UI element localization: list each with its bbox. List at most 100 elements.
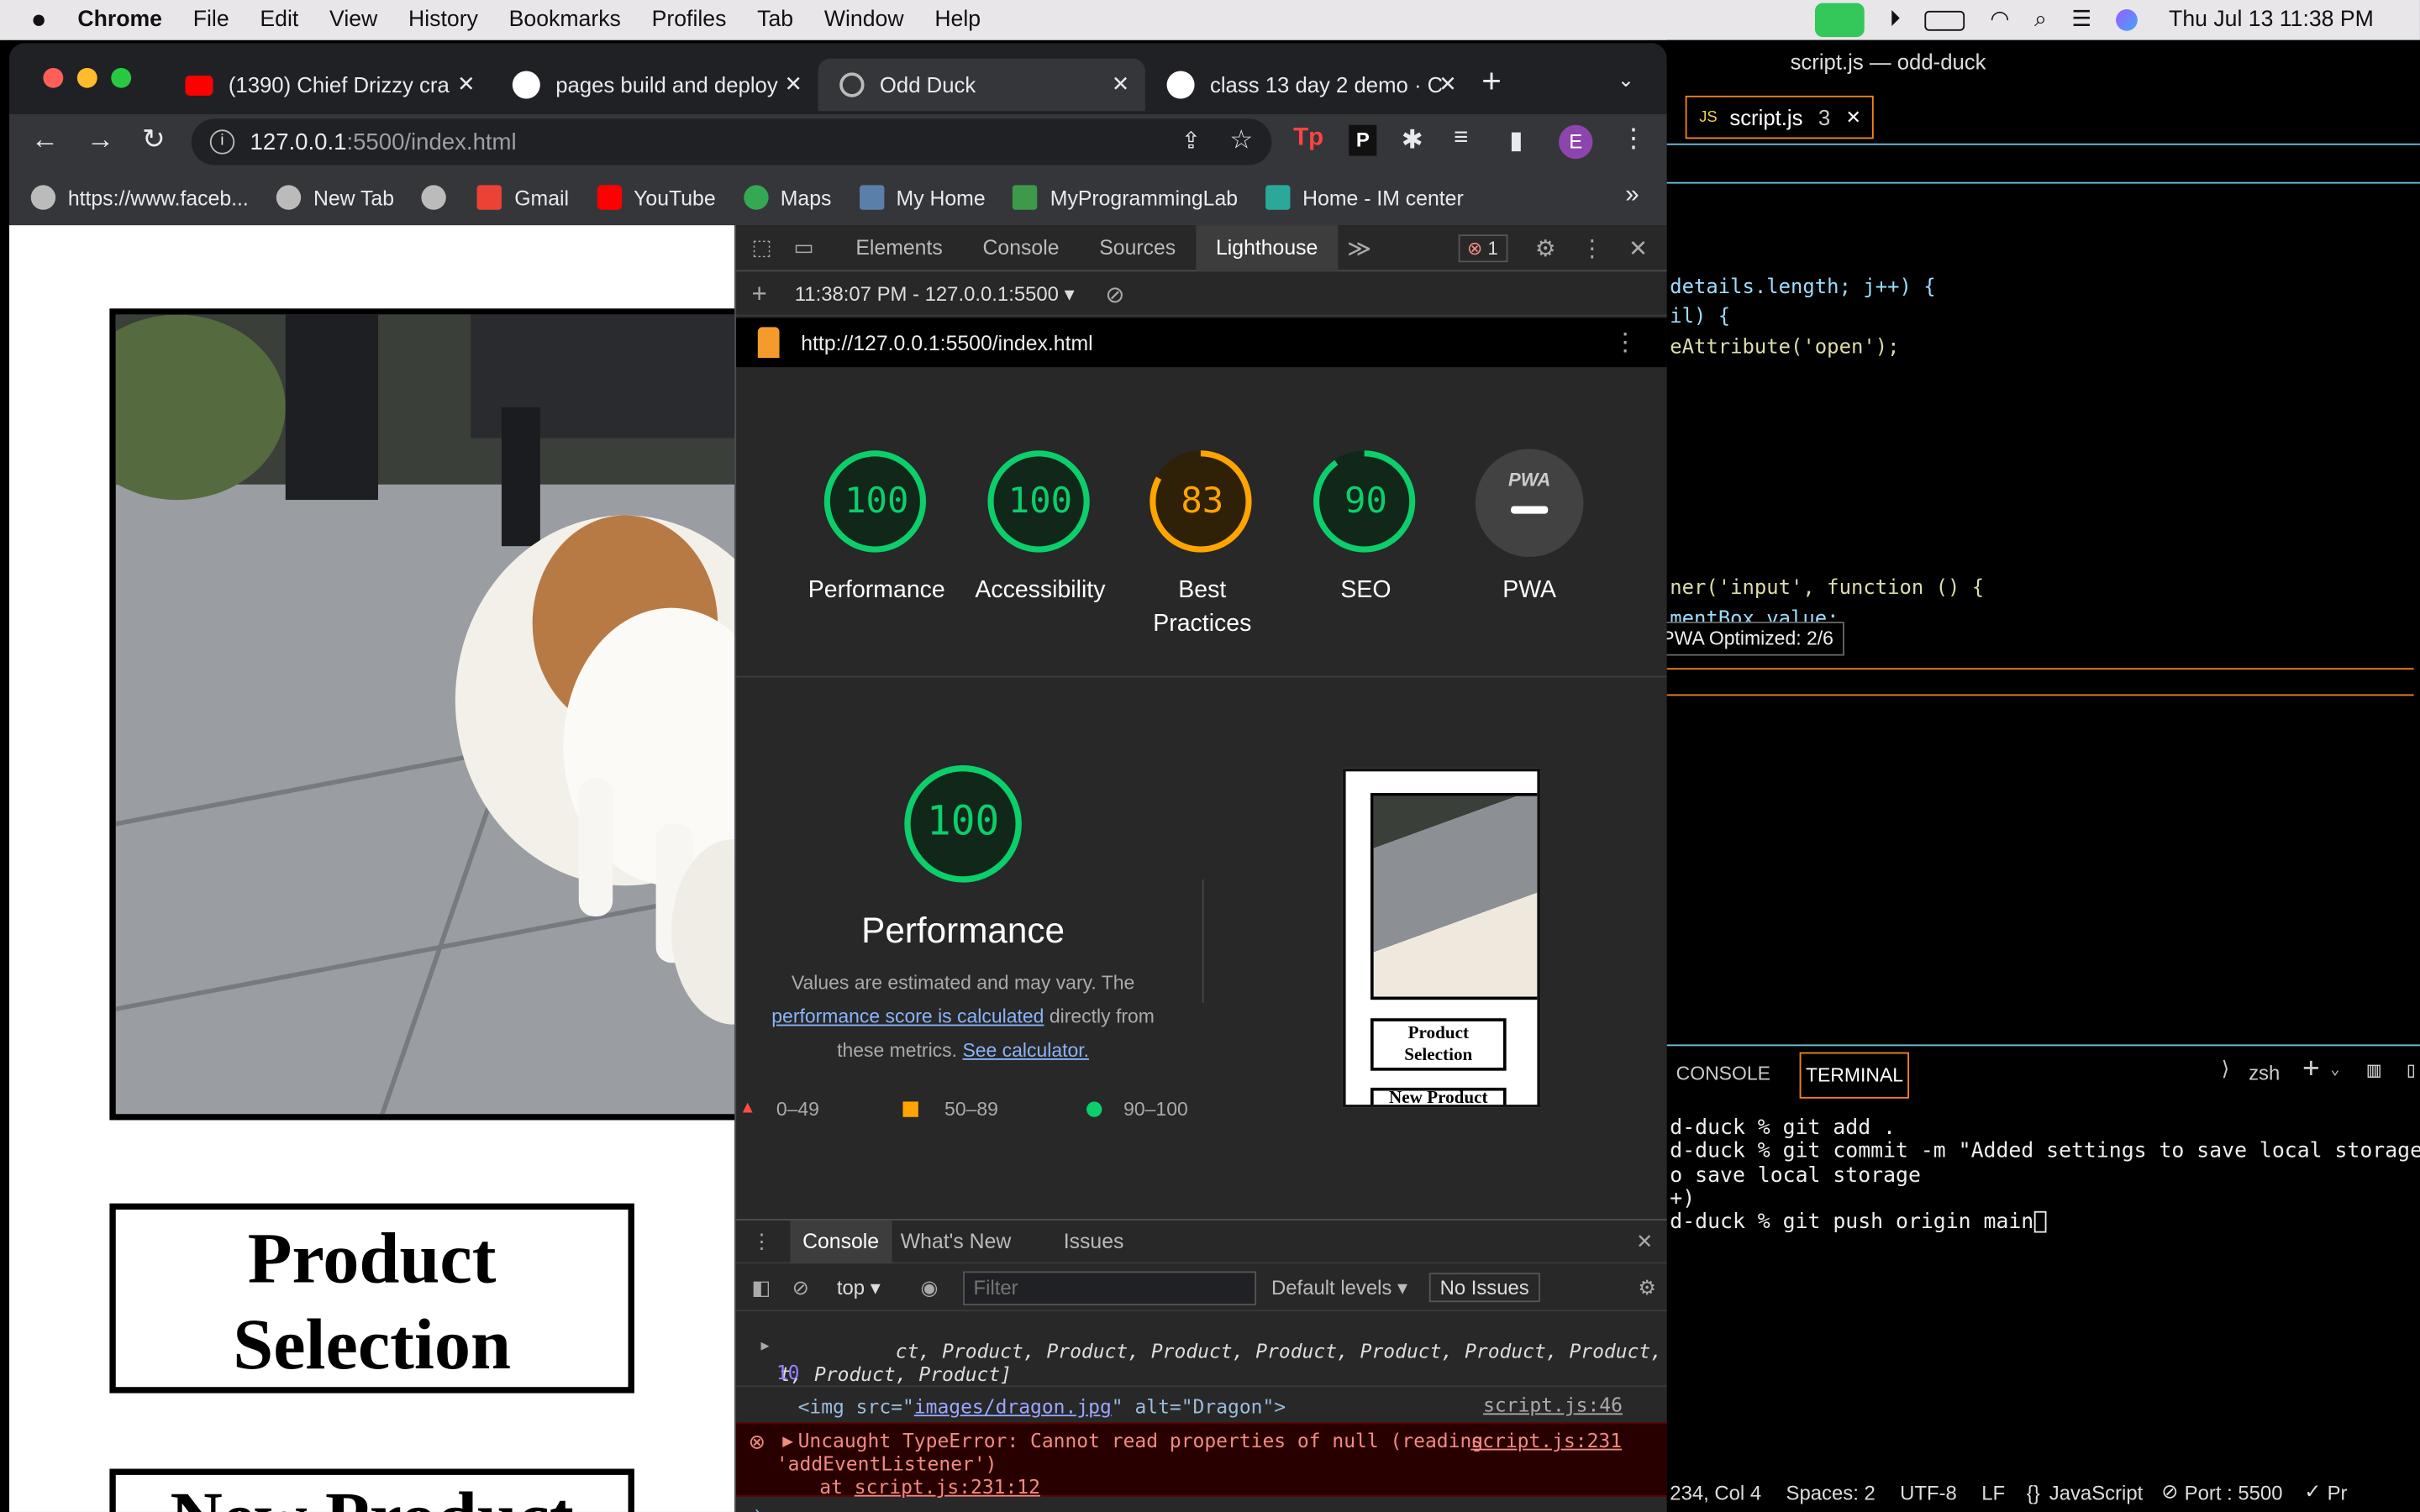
panel-tab-terminal[interactable]: TERMINAL <box>1799 1052 1910 1099</box>
chrome-menu-icon[interactable]: ⋮ <box>1621 123 1647 155</box>
bookmark-my-home[interactable]: My Home <box>859 185 986 210</box>
bookmark-youtube[interactable]: YouTube <box>597 185 716 210</box>
bookmark-unnamed[interactable] <box>422 185 459 210</box>
issues-button[interactable]: No Issues <box>1428 1273 1540 1303</box>
menu-tab[interactable]: Tab <box>757 8 793 32</box>
close-devtools-icon[interactable]: ✕ <box>1628 234 1648 261</box>
browser-tab[interactable]: (1390) Chief Drizzy cra ✕ <box>164 59 491 111</box>
code-line[interactable]: details.length; j++) { <box>1670 276 1935 300</box>
code-line[interactable]: eAttribute('open'); <box>1670 336 1899 360</box>
chevron-down-icon[interactable]: ⌄ <box>2330 1062 2339 1079</box>
cursor-position[interactable]: 234, Col 4 <box>1670 1480 1761 1504</box>
trash-icon[interactable]: ▯ <box>2405 1058 2417 1083</box>
close-drawer-icon[interactable]: ✕ <box>1636 1229 1653 1253</box>
close-icon[interactable]: ✕ <box>1112 71 1130 97</box>
expand-arrow-icon[interactable]: ▶ <box>760 1339 769 1354</box>
terminal-prompt[interactable]: d-duck % git push origin main <box>1670 1210 2046 1234</box>
close-icon[interactable]: ✕ <box>457 71 476 97</box>
browser-tab-active[interactable]: Odd Duck ✕ <box>818 58 1145 112</box>
bookmark-new-tab[interactable]: New Tab <box>276 185 394 210</box>
menu-history[interactable]: History <box>408 8 478 32</box>
menu-window[interactable]: Window <box>824 8 904 32</box>
product-image[interactable] <box>109 308 735 1121</box>
console-filter-input[interactable] <box>962 1270 1256 1305</box>
bookmark-facebook[interactable]: https://www.faceb... <box>30 185 249 210</box>
close-icon[interactable]: ✕ <box>1846 107 1861 129</box>
clear-console-icon[interactable]: ⊘ <box>792 1275 809 1299</box>
close-icon[interactable]: ✕ <box>1439 71 1457 97</box>
devtools-tab-sources[interactable]: Sources <box>1079 224 1196 270</box>
wifi-icon[interactable]: ◠ <box>1990 8 2009 32</box>
bookmark-myprogramminglab[interactable]: MyProgrammingLab <box>1013 185 1238 210</box>
pwa-badge[interactable]: PWA <box>1475 449 1584 558</box>
language-mode[interactable]: JavaScript <box>2049 1480 2143 1504</box>
live-expression-eye-icon[interactable]: ◉ <box>920 1275 938 1299</box>
bookmark-im-center[interactable]: Home - IM center <box>1265 185 1464 210</box>
forward-button[interactable]: → <box>87 123 114 156</box>
clear-reports-icon[interactable]: ⊘ <box>1105 280 1124 307</box>
stack-link[interactable]: script.js:231:12 <box>855 1475 1040 1499</box>
app-name[interactable]: Chrome <box>77 8 162 32</box>
drawer-tab-issues[interactable]: Issues <box>1064 1230 1124 1253</box>
devtools-menu-icon[interactable]: ⋮ <box>1581 234 1604 261</box>
clock[interactable]: Thu Jul 13 11:38 PM <box>2169 8 2374 32</box>
encoding[interactable]: UTF-8 <box>1900 1480 1957 1504</box>
sidebar-toggle-icon[interactable]: ◧ <box>751 1275 771 1299</box>
new-terminal-icon[interactable]: + <box>2302 1053 2319 1085</box>
play-icon[interactable]: ⏵ <box>1890 8 1901 32</box>
menu-help[interactable]: Help <box>934 8 981 32</box>
minimize-window-button[interactable] <box>76 67 97 88</box>
settings-gear-icon[interactable]: ⚙ <box>1535 234 1556 261</box>
line-ending[interactable]: LF <box>1981 1480 2005 1504</box>
img-src-link[interactable]: images/dragon.jpg <box>914 1394 1112 1418</box>
facetime-icon[interactable] <box>1815 3 1865 38</box>
reading-list-icon[interactable]: ≡ <box>1454 125 1468 153</box>
drawer-tab-whats-new[interactable]: What's New <box>901 1230 1011 1253</box>
more-bookmarks-icon[interactable]: » <box>1625 182 1639 210</box>
indentation[interactable]: Spaces: 2 <box>1786 1480 1876 1504</box>
siri-icon[interactable] <box>2116 9 2139 31</box>
close-icon[interactable]: ✕ <box>785 71 803 97</box>
report-menu-icon[interactable]: ⋮ <box>1612 327 1637 358</box>
devtools-tab-elements[interactable]: Elements <box>836 224 963 270</box>
console-settings-icon[interactable]: ⚙ <box>1638 1275 1655 1299</box>
inspect-element-icon[interactable]: ⬚ <box>751 234 771 260</box>
device-toolbar-icon[interactable]: ▭ <box>793 234 813 260</box>
extensions-icon[interactable]: ✱ <box>1402 125 1423 156</box>
share-icon[interactable]: ⇪ <box>1181 127 1201 154</box>
browser-tab[interactable]: pages build and deploy ✕ <box>491 59 818 111</box>
address-bar[interactable]: i 127.0.0.1:5500/index.html ⇪ ☆ <box>191 118 1272 165</box>
panel-tab-console[interactable]: CONSOLE <box>1676 1063 1770 1084</box>
log-levels-dropdown[interactable]: Default levels ▾ <box>1271 1275 1407 1299</box>
error-source-link[interactable]: script.js:231 <box>1470 1429 1622 1452</box>
split-terminal-icon[interactable]: ▥ <box>2367 1058 2380 1083</box>
page-screenshot-thumbnail[interactable]: Product Selection New Product <box>1342 768 1541 1108</box>
prettier[interactable]: Pr <box>2328 1480 2348 1504</box>
back-button[interactable]: ← <box>31 123 59 156</box>
profile-avatar[interactable]: E <box>1559 124 1593 160</box>
reload-button[interactable]: ↻ <box>142 123 166 156</box>
vscode-tab[interactable]: JS script.js 3 ✕ <box>1685 95 1874 139</box>
score-calculated-link[interactable]: performance score is calculated <box>771 1006 1044 1028</box>
code-line[interactable]: il) { <box>1670 306 1730 329</box>
report-selector[interactable]: 11:38:07 PM - 127.0.0.1:5500 ▾ <box>795 281 1075 306</box>
close-window-button[interactable] <box>43 67 64 88</box>
zoom-window-button[interactable] <box>111 67 132 88</box>
apple-icon[interactable]: ● <box>31 5 47 36</box>
live-server-port[interactable]: Port : 5500 <box>2185 1480 2283 1504</box>
menu-file[interactable]: File <box>193 8 229 32</box>
extension-tp-icon[interactable]: Tp <box>1293 125 1323 153</box>
expand-arrow-icon[interactable]: ▶ <box>782 1433 793 1450</box>
devtools-tab-console[interactable]: Console <box>963 224 1080 270</box>
drawer-tab-console[interactable]: Console <box>790 1219 892 1263</box>
search-icon[interactable]: ⌕ <box>2034 8 2047 32</box>
shell-name[interactable]: zsh <box>2249 1062 2280 1085</box>
report-url[interactable]: http://127.0.0.1:5500/index.html <box>801 331 1092 354</box>
extension-p-icon[interactable]: P <box>1349 124 1377 156</box>
drawer-menu-icon[interactable]: ⋮ <box>751 1229 771 1253</box>
menu-view[interactable]: View <box>329 8 377 32</box>
console-error-row[interactable]: ⊗ ▶ Uncaught TypeError: Cannot read prop… <box>736 1422 1667 1499</box>
new-report-icon[interactable]: + <box>751 279 766 310</box>
control-center-icon[interactable]: ☰ <box>2071 8 2091 32</box>
site-info-icon[interactable]: i <box>209 129 235 155</box>
